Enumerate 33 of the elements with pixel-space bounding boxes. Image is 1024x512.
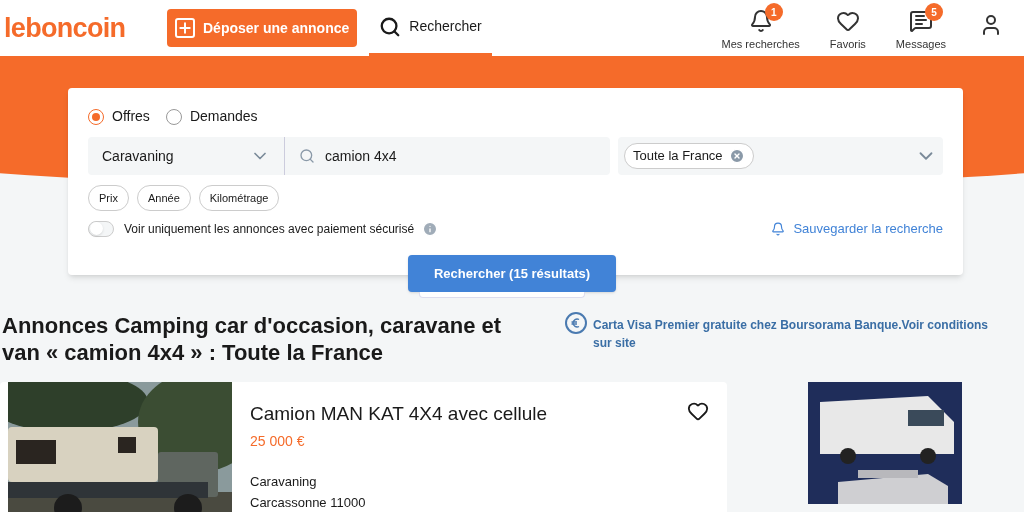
heart-icon — [835, 9, 860, 34]
radio-option[interactable]: Demandes — [165, 106, 258, 127]
euro-icon — [565, 312, 587, 334]
listing-title: Camion MAN KAT 4X4 avec cellule — [250, 402, 548, 426]
listing-location: Carcassonne 11000 — [250, 494, 367, 512]
toggle-switch[interactable] — [88, 220, 114, 237]
search-icon — [299, 148, 315, 164]
category-dropdown[interactable]: Caravaning — [88, 137, 285, 175]
nav-item[interactable]: Favoris — [819, 3, 876, 53]
count-badge: 5 — [924, 3, 943, 22]
nav-item[interactable]: 5 Messages — [885, 3, 956, 53]
listing-card[interactable]: Camion MAN KAT 4X4 avec cellule 25 000 € Caravaning Carcassonne 11000 — [0, 382, 727, 512]
heart-icon[interactable] — [687, 400, 709, 422]
radio-option[interactable]: Offres — [88, 106, 150, 127]
results-title: Annonces Camping car d'occasion, caravane et van « camion 4x4 » : Toute la France — [1, 312, 503, 366]
promo-link[interactable]: Carta Visa Premier gratuite chez Boursorama Banque.Voir conditions sur site — [593, 316, 1005, 352]
bell-icon — [748, 9, 773, 34]
listing-price: 25 000 € — [250, 431, 306, 451]
plus-icon — [175, 18, 195, 38]
message-icon — [908, 9, 933, 34]
location-field[interactable]: Toute la France — [618, 137, 943, 175]
search-tab[interactable]: Rechercher — [369, 0, 492, 56]
nav-item[interactable]: 1 Mes recherches — [711, 3, 810, 53]
clear-icon — [728, 148, 745, 164]
bell-icon — [771, 221, 786, 236]
save-search-link[interactable]: Sauvegarder la recherche — [771, 219, 943, 239]
toggle-label: Voir uniquement les annonces avec paiement sécurisé — [124, 220, 415, 238]
search-field[interactable]: camion 4x4 — [285, 137, 610, 175]
location-tag[interactable]: Toute la France — [624, 143, 754, 169]
count-badge: 1 — [764, 3, 783, 22]
listing-category: Caravaning — [250, 472, 318, 491]
search-icon — [379, 15, 402, 38]
submit-button[interactable]: Rechercher (15 résultats) — [408, 255, 616, 292]
